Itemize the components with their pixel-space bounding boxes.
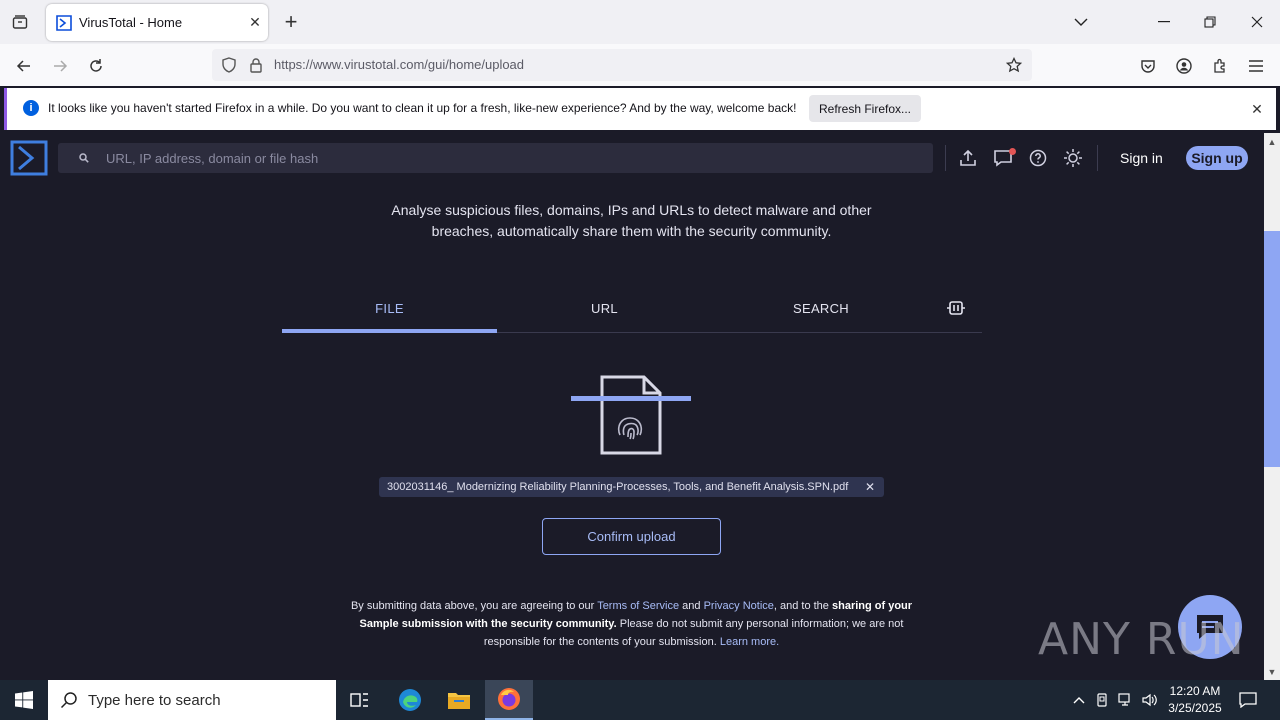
virustotal-page: Sign in Sign up Analyse suspicious files… — [0, 133, 1264, 680]
browser-nav-bar: https://www.virustotal.com/gui/home/uplo… — [0, 44, 1280, 86]
theme-toggle-sun-icon[interactable] — [1061, 146, 1085, 170]
taskbar-search-placeholder: Type here to search — [88, 691, 221, 709]
tab-file[interactable]: FILE — [282, 283, 497, 333]
browser-tab-virustotal[interactable]: VirusTotal - Home ✕ — [46, 4, 268, 41]
tagline-line: breaches, automatically share them with … — [431, 223, 832, 239]
firefox-refresh-notification: i It looks like you haven't started Fire… — [4, 88, 1276, 130]
meet-now-icon[interactable] — [1093, 690, 1113, 710]
windows-taskbar: Type here to search 12:20 AM 3/25/2025 — [0, 680, 1280, 720]
taskbar-search-icon — [60, 692, 77, 709]
upload-icon[interactable] — [956, 146, 980, 170]
app-menu-icon[interactable] — [1242, 52, 1270, 80]
legal-text: By submitting data above, you are agreei… — [350, 600, 598, 612]
remove-file-icon[interactable]: ✕ — [865, 480, 875, 494]
tab-search[interactable]: SEARCH — [712, 283, 930, 333]
restore-icon[interactable] — [1187, 6, 1233, 38]
tab-title: VirusTotal - Home — [79, 15, 183, 30]
back-icon[interactable] — [10, 52, 38, 80]
active-tab-underline — [282, 329, 497, 333]
lock-icon[interactable] — [247, 56, 265, 74]
file-explorer-icon[interactable] — [435, 680, 483, 720]
minimize-icon[interactable] — [1141, 6, 1187, 38]
new-tab-icon[interactable]: + — [278, 9, 304, 35]
notification-center-icon[interactable] — [1238, 690, 1258, 710]
pocket-icon[interactable] — [1134, 52, 1162, 80]
tab-overview-icon[interactable] — [8, 10, 32, 34]
vt-header: Sign in Sign up — [0, 133, 1264, 183]
virustotal-favicon-icon — [56, 14, 72, 31]
scrollbar-thumb[interactable] — [1264, 231, 1280, 467]
account-icon[interactable] — [1170, 52, 1198, 80]
info-icon: i — [23, 100, 39, 116]
tagline: Analyse suspicious files, domains, IPs a… — [340, 200, 923, 242]
reload-icon[interactable] — [82, 52, 110, 80]
watermark-text: ANY RUN — [1038, 613, 1245, 665]
forward-icon[interactable] — [46, 52, 74, 80]
tagline-line: Analyse suspicious files, domains, IPs a… — [391, 202, 872, 218]
tab-close-icon[interactable]: ✕ — [242, 10, 268, 36]
selected-file-name: 3002031146_ Modernizing Reliability Plan… — [387, 481, 849, 493]
notification-close-icon[interactable]: ✕ — [1247, 99, 1267, 119]
close-window-icon[interactable] — [1234, 6, 1280, 38]
tab-url[interactable]: URL — [497, 283, 712, 333]
bookmark-star-icon[interactable] — [1005, 56, 1023, 74]
learn-more-link[interactable]: Learn more. — [720, 636, 779, 648]
search-icon — [79, 153, 89, 163]
scroll-down-arrow-icon[interactable]: ▼ — [1267, 667, 1277, 677]
legal-notice: By submitting data above, you are agreei… — [340, 597, 923, 651]
address-bar[interactable]: https://www.virustotal.com/gui/home/uplo… — [212, 49, 1032, 81]
terms-of-service-link[interactable]: Terms of Service — [597, 600, 679, 612]
taskbar-clock[interactable]: 12:20 AM 3/25/2025 — [1160, 683, 1230, 717]
upload-tabs: FILE URL SEARCH — [282, 283, 982, 333]
page-scrollbar[interactable]: ▲ ▼ — [1264, 133, 1280, 680]
tracking-protection-shield-icon[interactable] — [220, 56, 238, 74]
confirm-upload-button[interactable]: Confirm upload — [542, 518, 721, 555]
scroll-up-arrow-icon[interactable]: ▲ — [1267, 137, 1277, 147]
legal-text: and — [679, 600, 704, 612]
edge-browser-icon[interactable] — [386, 680, 434, 720]
selected-file-chip: 3002031146_ Modernizing Reliability Plan… — [379, 477, 884, 497]
privacy-notice-link[interactable]: Privacy Notice — [704, 600, 774, 612]
tab-advanced-search-icon[interactable] — [930, 283, 982, 333]
sign-in-link[interactable]: Sign in — [1120, 150, 1163, 166]
vt-search-bar[interactable] — [58, 143, 933, 173]
taskbar-search-box[interactable]: Type here to search — [48, 680, 336, 720]
notification-message: It looks like you haven't started Firefo… — [48, 101, 797, 115]
refresh-firefox-button[interactable]: Refresh Firefox... — [809, 95, 921, 122]
virustotal-logo-icon[interactable] — [10, 140, 48, 176]
legal-text: , and to the — [773, 600, 832, 612]
clock-date: 3/25/2025 — [1168, 701, 1222, 715]
notification-dot — [1009, 148, 1016, 155]
task-view-icon[interactable] — [336, 680, 384, 720]
help-icon[interactable] — [1026, 146, 1050, 170]
volume-icon[interactable] — [1140, 690, 1160, 710]
browser-tab-bar: VirusTotal - Home ✕ + — [0, 0, 1280, 44]
windows-start-icon[interactable] — [0, 680, 48, 720]
file-fingerprint-icon — [571, 375, 691, 455]
network-icon[interactable] — [1116, 690, 1136, 710]
url-text: https://www.virustotal.com/gui/home/uplo… — [274, 57, 525, 72]
header-divider — [945, 145, 946, 171]
extensions-icon[interactable] — [1206, 52, 1234, 80]
header-divider — [1097, 145, 1098, 171]
list-all-tabs-icon[interactable] — [1058, 6, 1104, 38]
clock-time: 12:20 AM — [1169, 684, 1221, 698]
tray-overflow-chevron-icon[interactable] — [1069, 690, 1089, 710]
vt-search-input[interactable] — [106, 143, 906, 173]
anyrun-watermark: ANY RUN — [1038, 608, 1245, 670]
sign-up-button[interactable]: Sign up — [1186, 146, 1248, 170]
firefox-taskbar-icon[interactable] — [485, 680, 533, 720]
